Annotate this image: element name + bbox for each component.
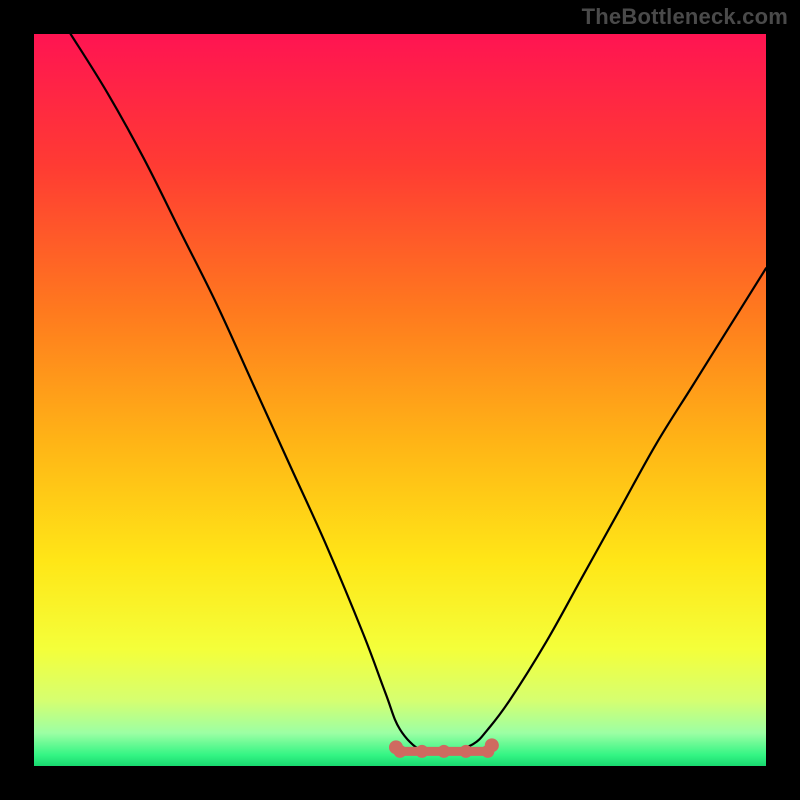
chart-frame: TheBottleneck.com: [0, 0, 800, 800]
plot-area: [34, 34, 766, 766]
gradient-background: [34, 34, 766, 766]
chart-svg: [34, 34, 766, 766]
watermark-label: TheBottleneck.com: [582, 4, 788, 30]
